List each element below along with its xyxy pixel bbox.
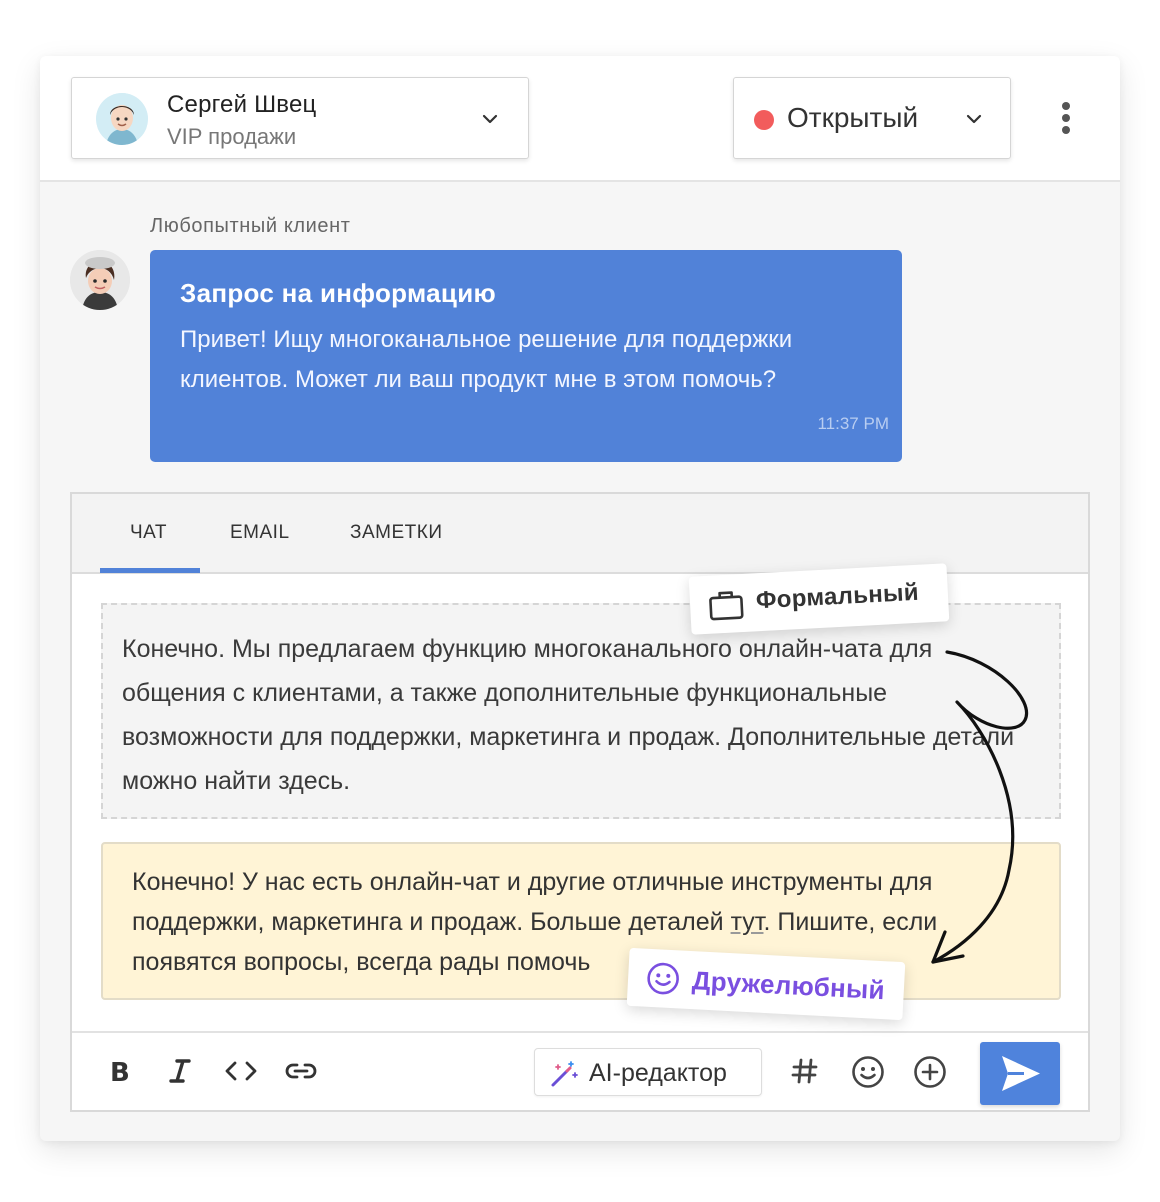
smile-icon (647, 962, 679, 995)
emoji-icon[interactable] (851, 1055, 884, 1088)
message-title: Запрос на информацию (180, 278, 496, 308)
composer-tabs: ЧАТ EMAIL ЗАМЕТКИ (72, 494, 1088, 574)
friendly-suggestion[interactable]: Конечно! У нас есть онлайн-чат и другие … (101, 842, 1061, 1000)
agent-selector[interactable]: Сергей Швец VIP продажи (71, 77, 529, 159)
status-selector[interactable]: Открытый (733, 77, 1011, 159)
agent-name: Сергей Швец (167, 91, 317, 118)
agent-avatar (96, 93, 148, 145)
briefcase-icon (709, 591, 744, 621)
send-icon (1002, 1056, 1040, 1091)
formal-tag-label: Формальный (755, 578, 920, 615)
details-link[interactable]: тут (731, 908, 764, 936)
transform-arrow-icon (931, 650, 1029, 964)
svg-text:B: B (110, 1058, 130, 1087)
active-tab-indicator (100, 568, 200, 573)
tab-email[interactable]: EMAIL (230, 522, 290, 544)
magic-wand-icon (549, 1059, 579, 1089)
friendly-tag-label: Дружелюбный (691, 965, 886, 1006)
bold-icon[interactable]: B (104, 1055, 136, 1088)
editor-toolbar: B AI-редактор (72, 1031, 1088, 1110)
more-options-icon[interactable] (1052, 100, 1080, 140)
ai-editor-button[interactable]: AI-редактор (534, 1048, 762, 1096)
formal-text: Конечно. Мы предлагаем функцию многокана… (122, 635, 1015, 795)
client-avatar (70, 250, 130, 310)
friendly-text: Конечно! У нас есть онлайн-чат и другие … (132, 862, 1042, 982)
message-text: Привет! Ищу многоканальное решение для п… (180, 326, 793, 393)
ai-editor-label: AI-редактор (589, 1059, 727, 1087)
conversation-header: Сергей Швец VIP продажи Открытый (40, 56, 1120, 182)
status-dot (754, 110, 774, 130)
chevron-down-icon[interactable] (965, 110, 983, 128)
chat-card: Сергей Швец VIP продажи Открытый Любопыт… (40, 56, 1120, 1141)
tab-chat[interactable]: ЧАТ (130, 522, 167, 544)
message-bubble: Запрос на информацию Привет! Ищу многока… (150, 250, 902, 462)
link-icon[interactable] (283, 1055, 317, 1087)
formal-suggestion[interactable]: Конечно. Мы предлагаем функцию многокана… (101, 603, 1061, 819)
tab-notes[interactable]: ЗАМЕТКИ (350, 522, 442, 544)
sender-name: Любопытный клиент (150, 215, 351, 237)
agent-team: VIP продажи (167, 124, 297, 149)
hashtag-icon[interactable] (789, 1055, 821, 1087)
add-circle-icon[interactable] (913, 1055, 946, 1088)
chevron-down-icon[interactable] (481, 110, 499, 128)
italic-icon[interactable] (164, 1055, 196, 1087)
code-icon[interactable] (223, 1055, 257, 1087)
status-label: Открытый (787, 102, 919, 133)
message-time: 11:37 PM (817, 414, 889, 433)
send-button[interactable] (980, 1042, 1060, 1105)
